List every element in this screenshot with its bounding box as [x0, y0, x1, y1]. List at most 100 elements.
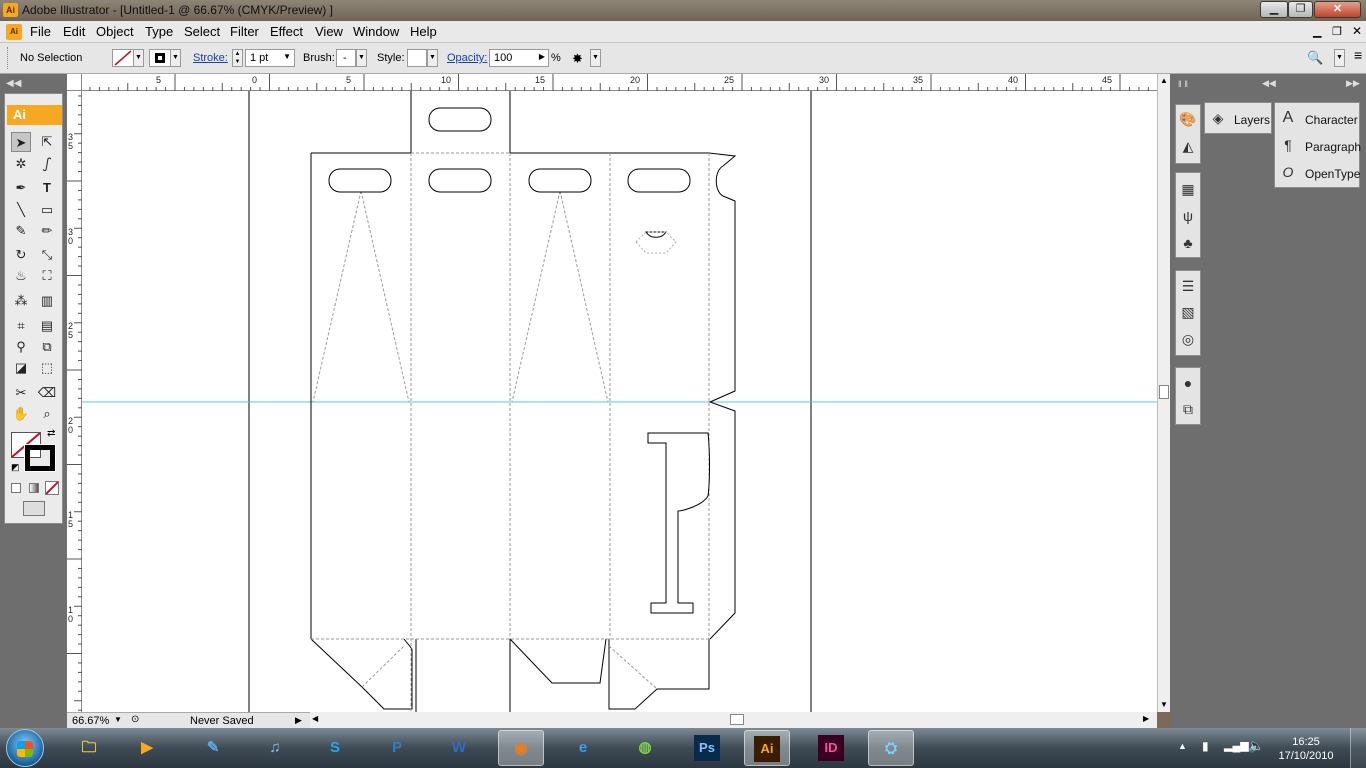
live-paint-selection-tool-icon[interactable]: ⬚ [37, 358, 57, 378]
start-button[interactable] [6, 729, 44, 767]
artboard-canvas[interactable] [82, 91, 1157, 712]
stroke-label[interactable]: Stroke: [193, 52, 228, 64]
scale-tool-icon[interactable]: ⤡ [37, 245, 57, 265]
graphic-styles-icon[interactable]: ⧉ [1177, 398, 1199, 420]
minimize-button[interactable]: ▁ [1260, 1, 1288, 18]
symbols-icon[interactable]: ♣ [1177, 232, 1199, 254]
opacity-label[interactable]: Opacity: [447, 52, 487, 64]
isolate-dropdown[interactable]: ▼ [590, 49, 601, 67]
opentype-icon[interactable]: O [1277, 161, 1299, 183]
gradient-panel-icon[interactable]: ▧ [1177, 301, 1199, 323]
style-dropdown[interactable]: ▼ [427, 49, 438, 67]
paragraph-label[interactable]: Paragraph [1305, 140, 1361, 154]
panel-menu-icon[interactable]: ≡ [1354, 47, 1362, 63]
zoom-level[interactable]: 66.67% [72, 715, 109, 727]
menu-type[interactable]: Type [145, 24, 173, 39]
default-colors-icon[interactable]: ◩ [11, 462, 20, 473]
brushes-icon[interactable]: ψ [1177, 205, 1199, 227]
rotate-tool-icon[interactable]: ↻ [11, 245, 31, 265]
doc-minimize-button[interactable]: ▁ [1313, 25, 1321, 38]
grip-icon[interactable] [7, 47, 9, 69]
dock-expand-icon[interactable]: ▶▶ [1346, 78, 1360, 89]
menu-object[interactable]: Object [96, 24, 134, 39]
color-palette-icon[interactable]: 🎨 [1177, 108, 1199, 130]
menu-filter[interactable]: Filter [230, 24, 259, 39]
word-taskbar-icon[interactable]: W [436, 730, 482, 766]
illustrator-taskbar-icon[interactable]: Ai [744, 730, 790, 766]
paragraph-icon[interactable]: ¶ [1277, 134, 1299, 156]
eyedropper-tool-icon[interactable]: ⚲ [11, 337, 31, 357]
network-signal-icon[interactable]: ▂▄▆ [1224, 739, 1249, 752]
dieline-artwork[interactable] [82, 91, 1157, 712]
stroke-panel-icon[interactable]: ☰ [1177, 275, 1199, 297]
line-tool-icon[interactable]: ╲ [11, 200, 31, 220]
status-icon[interactable]: ⊙ [131, 714, 139, 725]
vertical-ruler[interactable]: 3 5 3 0 2 5 2 0 1 5 1 0 [67, 91, 82, 712]
internet-explorer-taskbar-icon[interactable]: e [560, 730, 606, 766]
photoshop-taskbar-icon[interactable]: Ps [684, 730, 730, 766]
media-player-taskbar-icon[interactable]: ▶ [124, 730, 170, 766]
doc-close-button[interactable]: ✕ [1352, 24, 1362, 38]
ruler-origin[interactable] [67, 74, 82, 91]
stroke-dropdown[interactable]: ▼ [170, 49, 181, 67]
fill-dropdown[interactable]: ▼ [133, 49, 144, 67]
menu-select[interactable]: Select [184, 24, 220, 39]
zoom-tool-icon[interactable]: ⌕ [37, 404, 57, 424]
show-desktop-button[interactable] [1350, 728, 1366, 768]
tray-expand-icon[interactable]: ▲ [1178, 741, 1187, 751]
color-guide-icon[interactable]: ◭ [1177, 135, 1199, 157]
spotify-taskbar-icon[interactable]: ◍ [622, 730, 668, 766]
blend-tool-icon[interactable]: ⧉ [37, 337, 57, 357]
live-paint-tool-icon[interactable]: ◪ [11, 358, 31, 378]
firefox-taskbar-icon[interactable]: ◉ [498, 730, 544, 766]
menu-view[interactable]: View [315, 24, 343, 39]
appearance-icon[interactable]: ● [1177, 372, 1199, 394]
stroke-weight-field[interactable]: 1 pt ▼ [245, 49, 295, 67]
close-button[interactable]: ✕ [1314, 1, 1361, 18]
vertical-scrollbar[interactable]: ▲ ▼ [1157, 74, 1170, 712]
slice-tool-icon[interactable]: ✂ [11, 383, 31, 403]
style-swatch[interactable] [407, 49, 427, 67]
swap-colors-icon[interactable]: ⇄ [47, 428, 55, 439]
screen-mode-icon[interactable] [23, 501, 45, 516]
swatches-icon[interactable]: ▦ [1177, 178, 1199, 200]
vertical-scroll-thumb[interactable] [1159, 385, 1169, 399]
menu-effect[interactable]: Effect [270, 24, 303, 39]
stroke-spinner[interactable]: ▲ ▼ [232, 49, 243, 67]
dock-collapse-icon[interactable]: ◀◀ [1262, 78, 1276, 89]
lasso-tool-icon[interactable]: ഽ [37, 154, 57, 174]
warp-tool-icon[interactable]: ♨ [11, 266, 31, 286]
scroll-up-icon[interactable]: ▲ [1160, 76, 1168, 85]
rectangle-tool-icon[interactable]: ▭ [37, 200, 57, 220]
isolate-icon[interactable]: ✸ [572, 51, 583, 67]
paint-taskbar-icon[interactable]: ✎ [190, 730, 236, 766]
color-mode-icon[interactable] [11, 483, 21, 493]
brush-field[interactable]: - [336, 49, 356, 67]
indesign-taskbar-icon[interactable]: ID [808, 730, 854, 766]
skype-taskbar-icon[interactable]: S [312, 730, 358, 766]
stroke-swatch[interactable] [149, 49, 171, 67]
menu-help[interactable]: Help [410, 24, 437, 39]
gradient-tool-icon[interactable]: ▤ [37, 316, 57, 336]
selection-tool-icon[interactable]: ➤ [11, 132, 31, 152]
horizontal-scrollbar[interactable]: ◀ ▶ [310, 712, 1157, 728]
fill-swatch[interactable] [112, 49, 134, 67]
scroll-down-icon[interactable]: ▼ [1160, 700, 1168, 709]
document-icon[interactable]: Ai [6, 24, 22, 40]
system-clock[interactable]: 16:25 17/10/2010 [1276, 735, 1336, 763]
workspace-dropdown[interactable]: ▼ [1334, 49, 1345, 67]
layers-panel-tab[interactable]: ◈ Layers [1204, 102, 1272, 134]
pencil-tool-icon[interactable]: ✏ [37, 221, 57, 241]
dock-grip-icon[interactable]: ‖ ‖ [1178, 79, 1188, 89]
symbol-sprayer-tool-icon[interactable]: ⁂ [11, 291, 31, 311]
direct-selection-tool-icon[interactable]: ⇱ [37, 132, 57, 152]
menu-file[interactable]: File [30, 24, 51, 39]
doc-restore-button[interactable]: ❐ [1332, 25, 1342, 38]
stroke-color-box[interactable] [24, 444, 56, 472]
scroll-right-icon[interactable]: ▶ [1143, 714, 1149, 723]
publisher-taskbar-icon[interactable]: P [374, 730, 420, 766]
explorer-taskbar-icon[interactable]: 🗀 [66, 730, 112, 766]
menu-window[interactable]: Window [353, 24, 399, 39]
pen-tool-icon[interactable]: ✒ [11, 178, 31, 198]
character-label[interactable]: Character [1305, 113, 1358, 127]
